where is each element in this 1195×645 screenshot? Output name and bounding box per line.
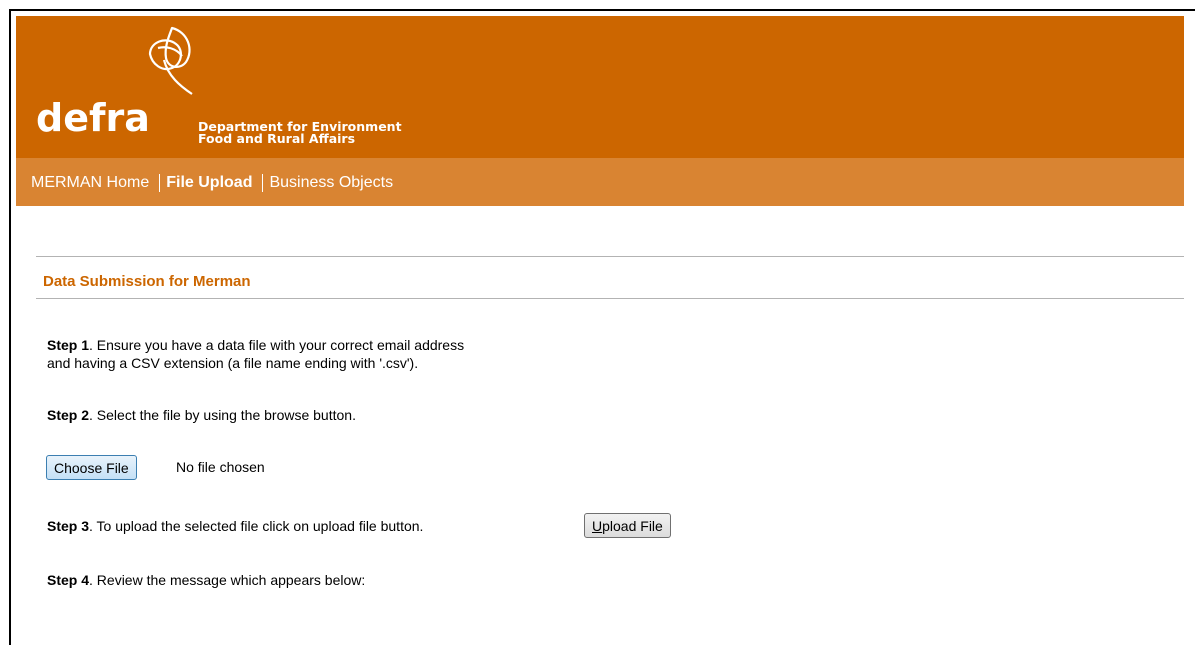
nav-link-merman-home[interactable]: MERMAN Home bbox=[31, 174, 149, 192]
step-4-body: . Review the message which appears below… bbox=[89, 572, 366, 588]
upload-button-label: pload File bbox=[602, 517, 663, 534]
step-1-label: Step 1 bbox=[47, 337, 90, 353]
step-3-label: Step 3 bbox=[47, 518, 90, 534]
upload-accel-key: U bbox=[592, 517, 603, 534]
step-4-label: Step 4 bbox=[47, 572, 90, 588]
step-4-text: Step 4. Review the message which appears… bbox=[47, 571, 365, 589]
defra-logo-icon bbox=[148, 26, 193, 95]
nav-separator bbox=[262, 174, 264, 192]
section-title: Data Submission for Merman bbox=[43, 273, 251, 290]
step-3-text: Step 3. To upload the selected file clic… bbox=[47, 517, 423, 535]
nav-separator bbox=[159, 174, 161, 192]
step-1-text: Step 1. Ensure you have a data file with… bbox=[47, 336, 464, 372]
step-2-label: Step 2 bbox=[47, 407, 90, 423]
step-2-body: . Select the file by using the browse bu… bbox=[89, 407, 356, 423]
nav-link-file-upload[interactable]: File Upload bbox=[166, 174, 252, 192]
department-name: Department for Environment Food and Rura… bbox=[198, 120, 402, 146]
department-line-2: Food and Rural Affairs bbox=[198, 131, 356, 146]
upload-file-button[interactable]: Upload File bbox=[584, 513, 671, 538]
nav-bar: MERMAN Home File Upload Business Objects bbox=[16, 158, 1184, 206]
nav-link-business-objects[interactable]: Business Objects bbox=[269, 174, 393, 192]
step-3-body: . To upload the selected file click on u… bbox=[89, 518, 424, 534]
section-divider-bottom bbox=[36, 298, 1184, 299]
section-divider-top bbox=[36, 256, 1184, 257]
logo-wordmark: defra bbox=[36, 96, 150, 140]
nav-links: MERMAN Home File Upload Business Objects bbox=[31, 174, 393, 192]
choose-file-button[interactable]: Choose File bbox=[46, 455, 137, 480]
file-status: No file chosen bbox=[176, 459, 265, 475]
step-1-line-1: . Ensure you have a data file with your … bbox=[89, 337, 465, 353]
step-1-line-2: and having a CSV extension (a file name … bbox=[47, 355, 419, 371]
step-2-text: Step 2. Select the file by using the bro… bbox=[47, 406, 356, 424]
header-banner: defra Department for Environment Food an… bbox=[16, 16, 1184, 158]
